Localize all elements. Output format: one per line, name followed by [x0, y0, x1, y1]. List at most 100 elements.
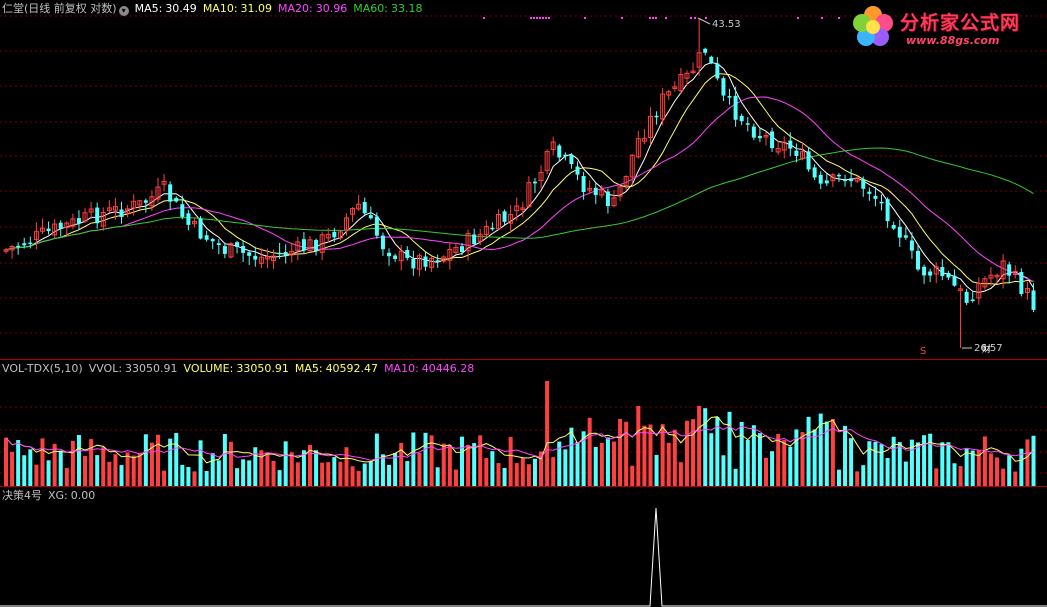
candle-body: [472, 234, 477, 244]
volume-bar: [295, 462, 300, 486]
vol-ma10-line: [5, 425, 1034, 461]
volume-bar: [563, 449, 568, 486]
volume-bar: [788, 446, 793, 486]
volume-bar: [338, 461, 343, 486]
volume-bar: [411, 432, 416, 486]
volume-bar: [587, 417, 592, 486]
volume-bar: [514, 463, 519, 486]
s-marker[interactable]: S: [920, 346, 926, 357]
candle-body: [222, 246, 227, 254]
candle-body: [502, 211, 507, 222]
candle-body: [557, 145, 562, 158]
volume-bar: [228, 441, 233, 486]
candle-body: [362, 201, 367, 214]
candle-body: [1019, 272, 1024, 295]
signal-dot: [530, 17, 532, 19]
volume-bar: [636, 406, 641, 486]
volume-bar: [380, 454, 385, 486]
candle-body: [891, 224, 896, 229]
candle-body: [812, 167, 817, 178]
candle-body: [770, 131, 775, 149]
candle-body: [277, 252, 282, 255]
candle-body: [751, 126, 756, 138]
candle-body: [654, 115, 659, 118]
candle-body: [387, 252, 392, 257]
volume-bar: [709, 433, 714, 486]
finance-marker[interactable]: 财: [982, 342, 991, 355]
volume-bar: [174, 433, 179, 486]
site-logo: 分析家公式网 www.88gs.com: [850, 4, 1040, 50]
candle-body: [186, 213, 191, 225]
signal-dot: [690, 17, 692, 19]
candle-body: [794, 150, 799, 157]
volume-bar: [964, 448, 969, 486]
volume-bar: [441, 443, 446, 486]
candle-body: [757, 135, 762, 139]
volume-bar: [362, 463, 367, 486]
volume-bar: [502, 467, 507, 486]
volume-bar: [612, 441, 616, 486]
volume-bar: [727, 411, 732, 486]
volume-bar: [34, 464, 39, 486]
grid-lines: [0, 15, 1047, 487]
volume-bar: [721, 455, 726, 486]
indicator-xg-line: [0, 507, 1047, 607]
volume-bar: [490, 451, 495, 486]
candle-body: [411, 258, 416, 269]
candle-body: [861, 179, 866, 189]
volume-bar: [46, 460, 51, 486]
volume-bar: [168, 438, 173, 486]
volume-bar: [417, 452, 422, 486]
candle-body: [283, 252, 288, 256]
volume-bar: [770, 451, 775, 486]
candle-body: [885, 199, 890, 222]
volume-ma-lines: [5, 416, 1034, 464]
volume-bar: [198, 440, 203, 486]
volume-bar: [1007, 455, 1012, 486]
ma5-line: [5, 62, 1034, 293]
candle-body: [940, 267, 945, 276]
volume-bar: [745, 440, 750, 486]
candle-body: [253, 255, 258, 260]
signal-dots: [483, 17, 840, 19]
volume-bar: [642, 425, 647, 486]
volume-bar: [460, 436, 464, 486]
candle-body: [946, 272, 951, 278]
candle-body: [16, 245, 21, 248]
volume-bar: [113, 454, 118, 486]
xg-spike-line: [0, 507, 1047, 607]
volume-bar: [618, 418, 623, 486]
volume-bar: [265, 452, 270, 486]
volume-bar: [95, 455, 100, 486]
volume-bar: [545, 381, 550, 486]
volume-bar: [22, 455, 27, 486]
volume-bar: [137, 453, 142, 486]
volume-bar: [697, 406, 702, 486]
volume-bar: [599, 442, 604, 486]
volume-bar: [326, 462, 331, 486]
candle-body: [873, 195, 878, 199]
volume-bar: [423, 432, 428, 486]
candle-body: [76, 218, 81, 224]
volume-bar: [806, 416, 811, 486]
volume-bar: [472, 443, 477, 486]
volume-bar: [855, 471, 860, 486]
candle-body: [405, 249, 410, 258]
candle-body: [332, 231, 337, 238]
candle-body: [569, 155, 574, 165]
flower-logo-icon: [853, 6, 893, 46]
volume-bar: [283, 441, 288, 486]
candle-body: [216, 243, 221, 245]
signal-dot: [694, 17, 696, 19]
candle-body: [952, 275, 957, 286]
volume-bar: [83, 455, 88, 486]
candle-body: [563, 154, 568, 157]
stock-chart-canvas[interactable]: [0, 0, 1047, 607]
volume-bar: [253, 447, 258, 486]
volume-bar: [107, 461, 112, 486]
candle-body: [709, 56, 714, 63]
candle-body: [824, 180, 829, 184]
volume-bar: [800, 432, 805, 486]
volume-bar: [332, 457, 337, 486]
candle-body: [1031, 290, 1036, 310]
